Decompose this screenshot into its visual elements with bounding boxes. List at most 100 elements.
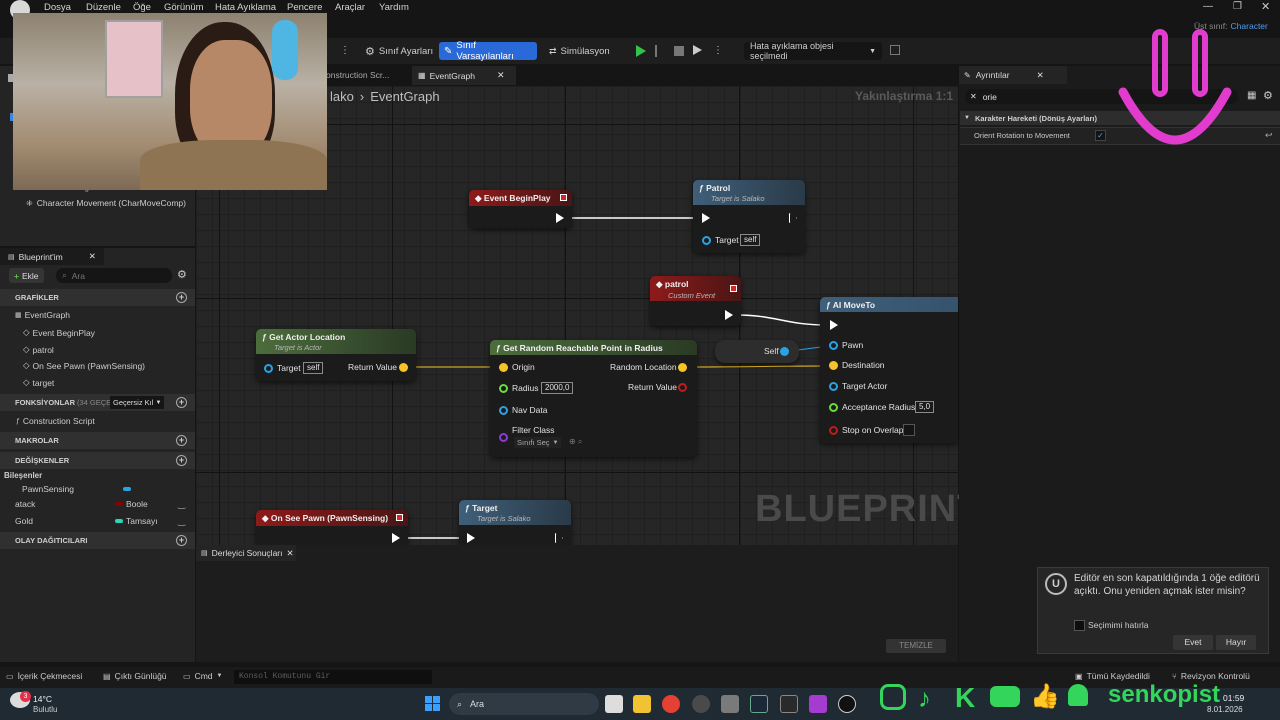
graphs-header[interactable]: GRAFİKLER + (0, 289, 195, 306)
target-self-value[interactable]: self (740, 234, 761, 246)
tab-close-icon[interactable]: ✕ (1037, 70, 1044, 81)
reset-icon[interactable]: ↩ (1265, 130, 1273, 141)
debug-object-select[interactable]: Hata ayıklama objesi seçilmedi ▼ (744, 41, 882, 61)
menu-file[interactable]: Dosya (44, 2, 71, 13)
origin-pin[interactable] (499, 363, 508, 372)
save-all-status[interactable]: ▣ Tümü Kaydedildi (1075, 671, 1150, 681)
override-dropdown[interactable]: Geçersiz Kıl ▼ (110, 396, 165, 409)
tree-event-beginplay[interactable]: ◇ Event BeginPlay (23, 327, 95, 338)
radius-value[interactable]: 2000,0 (541, 382, 574, 394)
radius-pin[interactable] (499, 384, 508, 393)
tree-construction-script[interactable]: ƒ Construction Script (16, 416, 95, 426)
pawn-pin[interactable] (829, 341, 838, 350)
epic-games-icon[interactable] (780, 695, 798, 713)
minimize-icon[interactable]: — (1203, 1, 1213, 12)
add-dispatcher-icon[interactable]: + (176, 535, 187, 546)
menu-asset[interactable]: Öğe (133, 2, 151, 13)
chrome-icon[interactable] (662, 695, 680, 713)
dispatchers-header[interactable]: OLAY DAĞITICILARI + (0, 532, 195, 549)
close-icon[interactable]: ✕ (1261, 0, 1270, 13)
acceptance-radius-value[interactable]: 5,0 (915, 401, 935, 413)
add-function-icon[interactable]: + (176, 397, 187, 408)
tree-target[interactable]: ◇ target (23, 377, 54, 388)
play-icon[interactable] (636, 45, 646, 57)
target-self-value[interactable]: self (303, 362, 324, 374)
tree-eventgraph[interactable]: ▦ EventGraph (15, 310, 70, 320)
variable-gold[interactable]: Gold (15, 516, 33, 526)
return-value-pin[interactable] (678, 383, 687, 392)
class-defaults-button[interactable]: ✎ Sınıf Varsayılanları (439, 40, 537, 62)
exec-out-pin[interactable] (725, 310, 733, 320)
exec-out-pin[interactable] (555, 533, 563, 543)
simulation-button[interactable]: ⇄ Simülasyon (544, 42, 615, 60)
browse-icon[interactable]: ⊕ ⌕ (569, 437, 582, 447)
add-macro-icon[interactable]: + (176, 435, 187, 446)
store-icon[interactable] (721, 695, 739, 713)
variables-header[interactable]: DEĞİŞKENLER + (0, 452, 195, 469)
exec-out-pin[interactable] (392, 533, 400, 543)
yes-button[interactable]: Evet (1173, 635, 1213, 650)
delegate-pin[interactable] (396, 514, 403, 521)
grid-view-icon[interactable]: ▦ (1247, 90, 1256, 101)
node-get-actor-location[interactable]: ƒ Get Actor Location Target is Actor Tar… (256, 329, 416, 381)
node-get-random-reachable-point[interactable]: ƒ Get Random Reachable Point in Radius O… (490, 340, 697, 457)
browse-icon[interactable] (890, 45, 900, 55)
add-graph-icon[interactable]: + (176, 292, 187, 303)
target-actor-pin[interactable] (829, 382, 838, 391)
node-target[interactable]: ƒ Target Target is Salako (459, 500, 571, 545)
filter-class-select[interactable]: Sınıfı Seç ▼ (514, 437, 562, 448)
acceptance-radius-pin[interactable] (829, 403, 838, 412)
tab-close-icon[interactable]: ✕ (287, 548, 294, 559)
obs-icon[interactable] (692, 695, 710, 713)
no-button[interactable]: Hayır (1216, 635, 1256, 650)
variable-atack[interactable]: atack (15, 499, 35, 509)
tree-patrol[interactable]: ◇ patrol (23, 344, 54, 355)
menu-edit[interactable]: Düzenle (86, 2, 121, 13)
filter-class-pin[interactable] (499, 433, 508, 442)
my-blueprint-tab[interactable]: ▤ Blueprint'im ✕ (0, 248, 104, 265)
exec-in-pin[interactable] (830, 320, 838, 330)
unreal-taskbar-icon[interactable] (838, 695, 856, 713)
tab-close-icon[interactable]: ✕ (89, 251, 96, 262)
delegate-pin[interactable] (730, 285, 737, 292)
menu-debug[interactable]: Hata Ayıklama (215, 2, 276, 13)
return-value-pin[interactable] (399, 363, 408, 372)
remember-checkbox[interactable] (1074, 620, 1085, 631)
file-explorer-icon[interactable] (633, 695, 651, 713)
orient-rotation-checkbox[interactable]: ✓ (1095, 130, 1106, 141)
cmd-dropdown[interactable]: ▭ Cmd ▼ (183, 671, 222, 681)
macros-header[interactable]: MAKROLAR + (0, 432, 195, 449)
components-group[interactable]: Bileşenler (4, 471, 42, 480)
menu-help[interactable]: Yardım (379, 2, 409, 13)
tab-construction-script[interactable]: onstruction Scr... (326, 70, 389, 80)
random-location-pin[interactable] (678, 363, 687, 372)
self-out-pin[interactable] (780, 347, 789, 356)
exec-in-pin[interactable] (467, 533, 475, 543)
node-event-beginplay[interactable]: ◆ Event BeginPlay (469, 190, 572, 228)
maximize-icon[interactable]: ❐ (1233, 1, 1242, 12)
clear-button[interactable]: TEMİZLE (886, 639, 946, 653)
app-icon[interactable] (809, 695, 827, 713)
nav-data-pin[interactable] (499, 406, 508, 415)
destination-pin[interactable] (829, 361, 838, 370)
functions-header[interactable]: FONKSİYONLAR (34 GEÇERS + (0, 394, 195, 411)
add-button[interactable]: + Ekle (9, 268, 44, 283)
console-input[interactable]: Konsol Komutunu Gir (234, 670, 432, 684)
menu-view[interactable]: Görünüm (164, 2, 204, 13)
step-icon[interactable] (655, 45, 666, 57)
stop-overlap-pin[interactable] (829, 426, 838, 435)
node-on-see-pawn[interactable]: ◆ On See Pawn (PawnSensing) (256, 510, 408, 545)
delegate-pin[interactable] (560, 194, 567, 201)
clear-search-icon[interactable]: ✕ (970, 92, 977, 101)
taskbar-search[interactable]: ⌕ Ara (449, 693, 599, 715)
tab-eventgraph[interactable]: ▦ EventGraph ✕ (412, 66, 516, 85)
menu-window[interactable]: Pencere (287, 2, 322, 13)
tree-on-see-pawn[interactable]: ◇ On See Pawn (PawnSensing) (23, 360, 145, 371)
menu-tools[interactable]: Araçlar (335, 2, 365, 13)
visibility-icon[interactable]: ‿ (178, 499, 185, 510)
revision-control-button[interactable]: ⑂ Revizyon Kontrolü (1172, 671, 1250, 681)
more-options-icon[interactable]: ⋮ (340, 45, 350, 56)
content-drawer-button[interactable]: ▭ İçerik Çekmecesi (6, 671, 82, 681)
node-patrol-event[interactable]: ◆ patrol Custom Event (650, 276, 741, 326)
task-view-icon[interactable] (605, 695, 623, 713)
